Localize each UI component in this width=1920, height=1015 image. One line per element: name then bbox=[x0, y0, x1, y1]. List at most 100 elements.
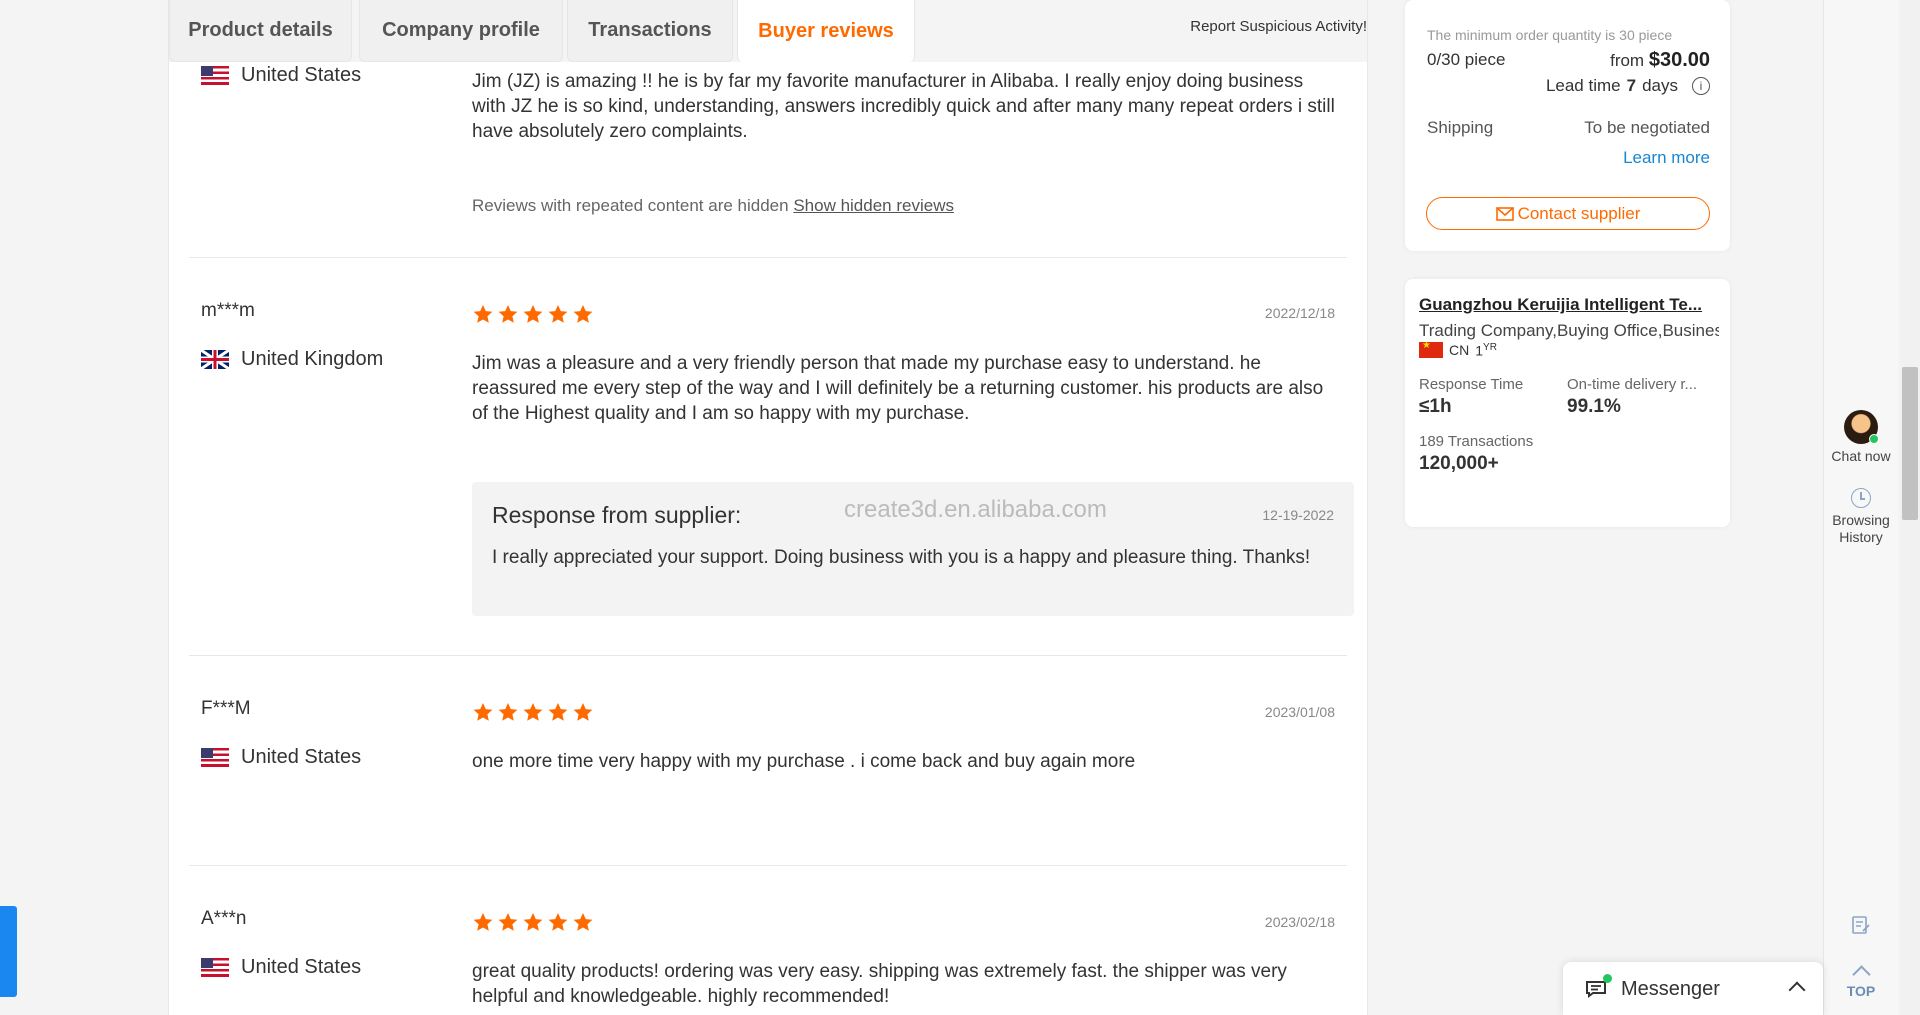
messenger-bar[interactable]: Messenger bbox=[1563, 962, 1823, 1015]
reviewer-name: F***M bbox=[201, 698, 251, 719]
response-title: Response from supplier: bbox=[492, 502, 742, 528]
transactions-label: 189 Transactions bbox=[1419, 433, 1534, 450]
supplier-avatar bbox=[1844, 410, 1879, 444]
company-name-link[interactable]: Guangzhou Keruijia Intelligent Te... bbox=[1419, 295, 1719, 315]
review-text: great quality products! ordering was ver… bbox=[472, 961, 1287, 1007]
hidden-reviews-note: Reviews with repeated content are hidden… bbox=[472, 196, 954, 216]
history-line-1: Browsing bbox=[1832, 512, 1890, 528]
online-dot bbox=[1603, 974, 1612, 983]
star-icon bbox=[573, 913, 593, 931]
star-icon bbox=[473, 913, 493, 931]
report-suspicious-link[interactable]: Report Suspicious Activity! bbox=[1190, 18, 1367, 35]
left-edge-tab[interactable] bbox=[0, 906, 17, 997]
star-icon bbox=[498, 913, 518, 931]
review-date: 2022/12/18 bbox=[1264, 305, 1335, 321]
star-icon bbox=[473, 703, 493, 721]
reviews-panel: Product details Company profile Transact… bbox=[168, 0, 1368, 1015]
reviewer-name: A***n bbox=[201, 908, 247, 929]
star-icon bbox=[523, 703, 543, 721]
uk-flag-icon bbox=[201, 350, 229, 369]
star-icon bbox=[573, 305, 593, 323]
price-value: $30.00 bbox=[1648, 49, 1710, 71]
years-badge: 1YR bbox=[1475, 342, 1497, 359]
star-icon bbox=[523, 913, 543, 931]
lead-suffix: days bbox=[1642, 76, 1678, 95]
reviewer-country: United States bbox=[201, 746, 361, 769]
country-label: United States bbox=[241, 746, 362, 768]
years-unit: YR bbox=[1483, 342, 1497, 353]
chat-bubble-icon bbox=[1586, 981, 1606, 998]
star-icon bbox=[523, 305, 543, 323]
side-rail: Chat now Browsing History TOP bbox=[1823, 0, 1898, 1015]
lead-days: 7 bbox=[1626, 76, 1637, 95]
country-label: United Kingdom bbox=[241, 348, 384, 370]
star-rating bbox=[472, 701, 594, 723]
learn-more-link[interactable]: Learn more bbox=[1623, 148, 1710, 168]
order-card: The minimum order quantity is 30 piece 0… bbox=[1405, 0, 1730, 251]
clock-icon bbox=[1851, 488, 1871, 508]
scrollbar-thumb[interactable] bbox=[1902, 367, 1918, 520]
watermark: create3d.en.alibaba.com bbox=[844, 496, 1107, 523]
star-icon bbox=[573, 703, 593, 721]
contact-supplier-button[interactable]: Contact supplier bbox=[1426, 197, 1710, 230]
shipping-value: To be negotiated bbox=[1584, 118, 1710, 137]
info-icon[interactable]: i bbox=[1692, 77, 1710, 95]
review-text: one more time very happy with my purchas… bbox=[472, 751, 1136, 772]
country-label: United States bbox=[241, 64, 362, 86]
review-date: 2023/01/08 bbox=[1264, 704, 1335, 720]
review-text: Jim (JZ) is amazing !! he is by far my f… bbox=[472, 71, 1335, 142]
chat-now-button[interactable]: Chat now bbox=[1824, 410, 1898, 465]
tab-bar: Product details Company profile Transact… bbox=[169, 0, 1367, 62]
tab-product-details[interactable]: Product details bbox=[169, 0, 352, 62]
us-flag-icon bbox=[201, 748, 229, 767]
transactions-value: 120,000+ bbox=[1419, 453, 1499, 474]
us-flag-icon bbox=[201, 958, 229, 977]
chevron-up-icon[interactable] bbox=[1788, 981, 1806, 999]
back-to-top-button[interactable]: TOP bbox=[1824, 962, 1898, 999]
hidden-note-text: Reviews with repeated content are hidden bbox=[472, 196, 789, 215]
lead-prefix: Lead time bbox=[1545, 76, 1621, 95]
tab-company-profile[interactable]: Company profile bbox=[359, 0, 563, 62]
response-date: 12-19-2022 bbox=[1262, 507, 1334, 523]
page-scrollbar[interactable] bbox=[1900, 0, 1920, 1015]
history-line-2: History bbox=[1839, 529, 1883, 545]
company-card: Guangzhou Keruijia Intelligent Te... Tra… bbox=[1405, 279, 1730, 527]
price-prefix: from bbox=[1610, 51, 1645, 70]
response-text: I really appreciated your support. Doing… bbox=[492, 547, 1311, 568]
lead-time: Lead time 7 days i bbox=[1546, 76, 1710, 96]
arrow-up-icon bbox=[1851, 965, 1871, 984]
response-time-value: ≤1h bbox=[1419, 396, 1452, 417]
star-rating bbox=[472, 303, 594, 325]
us-flag-icon bbox=[201, 66, 229, 85]
ontime-delivery-label: On-time delivery r... bbox=[1567, 376, 1698, 393]
reviewer-country: United Kingdom bbox=[201, 348, 383, 371]
browsing-history-label: Browsing History bbox=[1824, 512, 1898, 546]
feedback-icon[interactable] bbox=[1851, 915, 1871, 935]
star-rating bbox=[472, 911, 594, 933]
tab-buyer-reviews[interactable]: Buyer reviews bbox=[737, 0, 915, 62]
quantity-value: 0/30 piece bbox=[1427, 50, 1506, 69]
top-label: TOP bbox=[1846, 983, 1876, 999]
company-origin: CN 1YR bbox=[1419, 340, 1497, 359]
tab-transactions[interactable]: Transactions bbox=[567, 0, 733, 62]
messenger-label: Messenger bbox=[1621, 978, 1720, 1000]
star-icon bbox=[498, 703, 518, 721]
supplier-response: Response from supplier: create3d.en.alib… bbox=[472, 482, 1354, 616]
mail-icon bbox=[1495, 206, 1514, 221]
ontime-delivery-value: 99.1% bbox=[1567, 396, 1621, 417]
star-icon bbox=[548, 913, 568, 931]
star-icon bbox=[548, 703, 568, 721]
review-item: F***M United States 2023/01/08 one more … bbox=[189, 655, 1347, 866]
response-time-label: Response Time bbox=[1419, 376, 1524, 393]
star-icon bbox=[473, 305, 493, 323]
reviewer-name: m***m bbox=[201, 300, 255, 321]
moq-note: The minimum order quantity is 30 piece bbox=[1427, 27, 1673, 43]
review-item: United States Jim (JZ) is amazing !! he … bbox=[189, 62, 1347, 257]
reviewer-country: United States bbox=[201, 956, 361, 979]
chat-now-label: Chat now bbox=[1831, 448, 1891, 464]
cn-flag-icon bbox=[1419, 340, 1443, 359]
company-type: Trading Company,Buying Office,Business bbox=[1419, 321, 1719, 340]
star-icon bbox=[498, 305, 518, 323]
browsing-history-button[interactable]: Browsing History bbox=[1824, 488, 1898, 546]
show-hidden-reviews-link[interactable]: Show hidden reviews bbox=[793, 196, 954, 215]
